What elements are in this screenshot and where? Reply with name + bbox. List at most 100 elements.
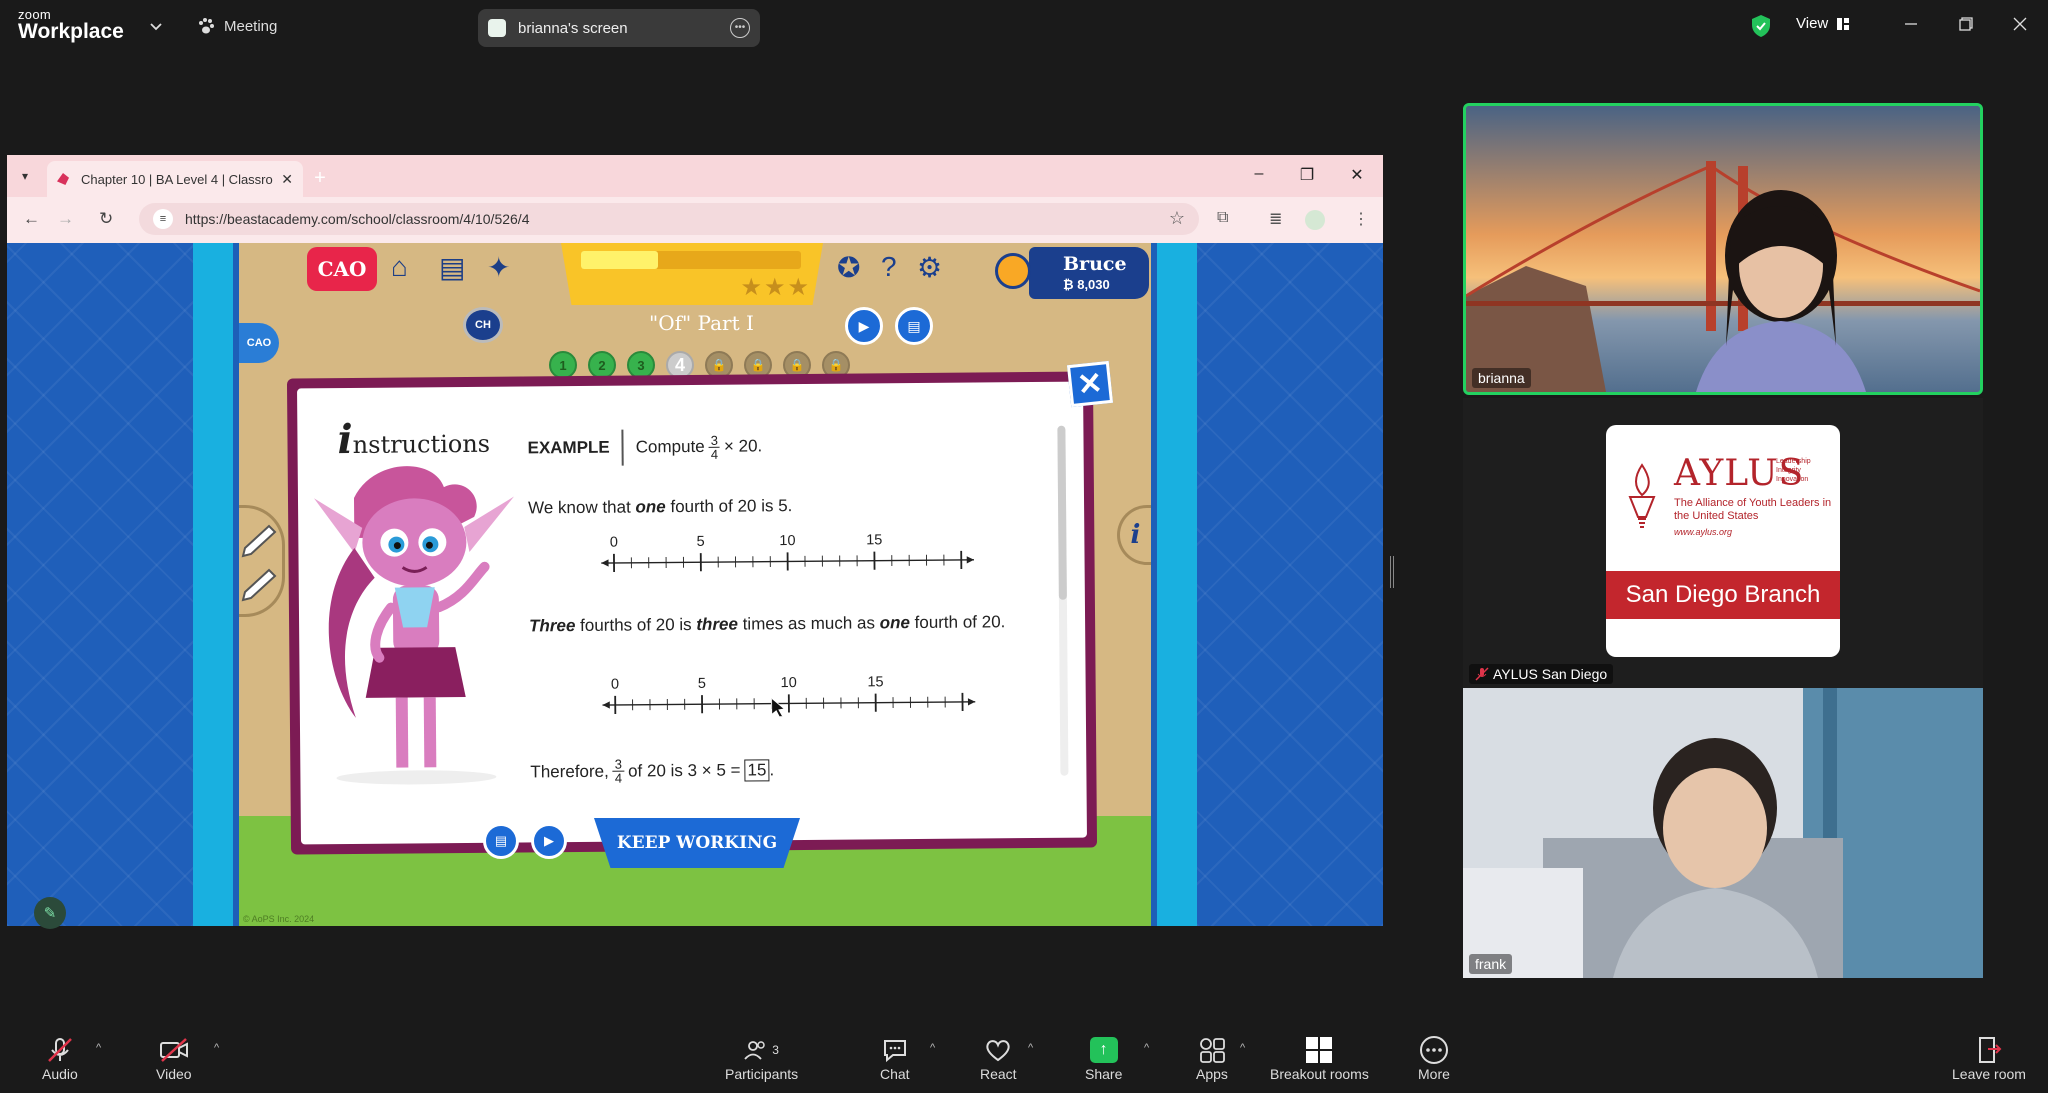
instructions-scrollbar[interactable] — [1057, 425, 1069, 776]
pencil-icon[interactable] — [239, 508, 279, 608]
badge-icon[interactable]: ✪ — [837, 251, 860, 284]
apps-options-caret-icon[interactable]: ^ — [1240, 1042, 1245, 1054]
security-shield-icon[interactable] — [1750, 14, 1772, 38]
minimize-icon[interactable] — [1897, 12, 1925, 36]
numberline-label: 5 — [698, 676, 706, 692]
chat-options-caret-icon[interactable]: ^ — [930, 1042, 935, 1054]
share-button[interactable]: ↑ Share — [1085, 1034, 1122, 1082]
info-tab[interactable]: i — [1117, 505, 1151, 565]
tab-search-icon[interactable]: ▾ — [22, 169, 28, 183]
replay-button[interactable]: ▶ — [531, 823, 567, 859]
help-icon[interactable]: ? — [881, 251, 897, 283]
audio-options-caret-icon[interactable]: ^ — [96, 1042, 101, 1054]
school-icon[interactable]: ⌂ — [391, 251, 408, 283]
more-button[interactable]: More — [1418, 1034, 1450, 1082]
shared-screen-pill[interactable]: brianna's screen ••• — [478, 9, 760, 47]
arrow-left-icon — [602, 701, 610, 709]
keep-working-button[interactable]: KEEP WORKING — [594, 818, 800, 868]
lesson-title: "Of" Part I — [649, 311, 754, 335]
apps-button[interactable]: Apps — [1196, 1034, 1228, 1082]
browser-close-icon[interactable]: ✕ — [1345, 165, 1369, 185]
site-settings-icon[interactable]: ≡ — [153, 209, 173, 229]
video-icon[interactable]: ✦ — [487, 251, 510, 284]
student-badge[interactable]: Bruce ₿ 8,030 — [995, 247, 1149, 299]
react-button[interactable]: React — [980, 1034, 1017, 1082]
forward-icon[interactable]: → — [57, 209, 74, 229]
participants-icon — [744, 1041, 765, 1060]
book-icon[interactable]: ▤ — [439, 251, 465, 284]
settings-gear-icon[interactable]: ⚙ — [917, 251, 942, 284]
browser-minimize-icon[interactable]: – — [1247, 165, 1271, 183]
react-label: React — [980, 1066, 1017, 1082]
browser-menu-icon[interactable]: ⋮ — [1353, 209, 1369, 229]
participant-tile-frank[interactable]: frank — [1463, 688, 1983, 978]
zoom-logo: zoom Workplace — [18, 8, 124, 43]
chat-label: Chat — [880, 1066, 910, 1082]
notes-button[interactable]: ▤ — [483, 823, 519, 859]
reload-icon[interactable]: ↻ — [99, 209, 113, 229]
close-tab-icon[interactable]: ✕ — [281, 171, 293, 188]
annotate-pencil-icon[interactable]: ✎ — [34, 897, 66, 929]
view-menu[interactable]: View — [1796, 15, 1850, 32]
browser-restore-icon[interactable]: ❐ — [1295, 165, 1319, 185]
participant-tile-aylus[interactable]: AYLUS Leadership Integrity Innovation Th… — [1463, 398, 1983, 688]
lesson-progress: ★★★ — [561, 243, 823, 305]
meeting-menu[interactable]: Meeting — [196, 16, 277, 36]
line1-pre: We know that — [527, 497, 636, 518]
react-options-caret-icon[interactable]: ^ — [1028, 1042, 1033, 1054]
close-instructions-button[interactable]: ✕ — [1066, 360, 1114, 408]
numberline-label: 0 — [611, 677, 619, 693]
instructions-title: nstructions — [352, 429, 491, 459]
line1-emphasis: one — [635, 497, 666, 517]
arrow-right-icon — [967, 698, 976, 706]
new-tab-icon[interactable]: + — [307, 165, 333, 191]
right-background-pattern — [1197, 243, 1383, 926]
participant-name-brianna: brianna — [1472, 368, 1531, 388]
textbook-button[interactable]: ▤ — [895, 307, 933, 345]
profile-avatar[interactable] — [1305, 210, 1325, 230]
progress-bar — [581, 251, 801, 269]
scrollbar-thumb[interactable] — [1057, 425, 1067, 600]
video-options-caret-icon[interactable]: ^ — [214, 1042, 219, 1054]
fraction: 34 — [708, 432, 720, 461]
video-button[interactable]: Video — [156, 1034, 192, 1082]
avatar — [995, 253, 1031, 289]
numberline-label: 10 — [779, 533, 795, 549]
chat-icon — [883, 1040, 906, 1063]
media-control-icon[interactable]: ≣ — [1269, 209, 1282, 229]
numberline-ticks-2: 0 5 10 15 — [602, 674, 976, 715]
breakout-rooms-icon — [1306, 1037, 1333, 1063]
url-field[interactable]: ≡ https://beastacademy.com/school/classr… — [139, 203, 1199, 235]
chat-button[interactable]: Chat — [880, 1034, 910, 1082]
pencil-tools[interactable] — [239, 505, 285, 617]
participants-button[interactable]: 3 Participants — [725, 1034, 798, 1082]
extensions-icon[interactable]: ⧉ — [1217, 209, 1228, 227]
browser-tab[interactable]: Chapter 10 | BA Level 4 | Classro ✕ — [47, 161, 303, 197]
aylus-website: www.aylus.org — [1674, 527, 1733, 537]
more-options-icon[interactable]: ••• — [730, 18, 750, 38]
tagline-1: Leadership — [1776, 458, 1811, 465]
line2-b: fourths of 20 is — [575, 614, 697, 636]
share-options-caret-icon[interactable]: ^ — [1144, 1042, 1149, 1054]
chevron-down-icon[interactable] — [148, 18, 164, 34]
cao-side-badge[interactable]: CAO — [239, 323, 279, 363]
participant-name-frank: frank — [1469, 954, 1513, 974]
bookmark-star-icon[interactable]: ☆ — [1169, 208, 1185, 229]
play-video-button[interactable]: ▶ — [845, 307, 883, 345]
step-1[interactable]: 1 — [549, 351, 577, 379]
fraction2-numerator: 3 — [612, 756, 625, 772]
resize-handle[interactable] — [1390, 556, 1394, 588]
left-background-pattern — [7, 243, 193, 926]
leave-room-button[interactable]: Leave room — [1952, 1034, 2026, 1082]
restore-icon[interactable] — [1952, 12, 1980, 36]
aylus-tagline: Leadership Integrity Innovation — [1776, 457, 1811, 484]
cao-home-button[interactable]: CAO — [307, 247, 377, 291]
more-icon — [1419, 1036, 1448, 1064]
audio-button[interactable]: Audio — [42, 1034, 78, 1082]
breakout-rooms-button[interactable]: Breakout rooms — [1270, 1034, 1369, 1082]
close-icon[interactable] — [2006, 12, 2034, 36]
back-icon[interactable]: ← — [23, 209, 40, 229]
meeting-toolbar: Audio ^ Video ^ 3 Participants Chat ^ Re… — [0, 1024, 2048, 1093]
participant-tile-brianna[interactable]: brianna — [1463, 103, 1983, 395]
line2-f: fourth of 20. — [909, 612, 1006, 633]
